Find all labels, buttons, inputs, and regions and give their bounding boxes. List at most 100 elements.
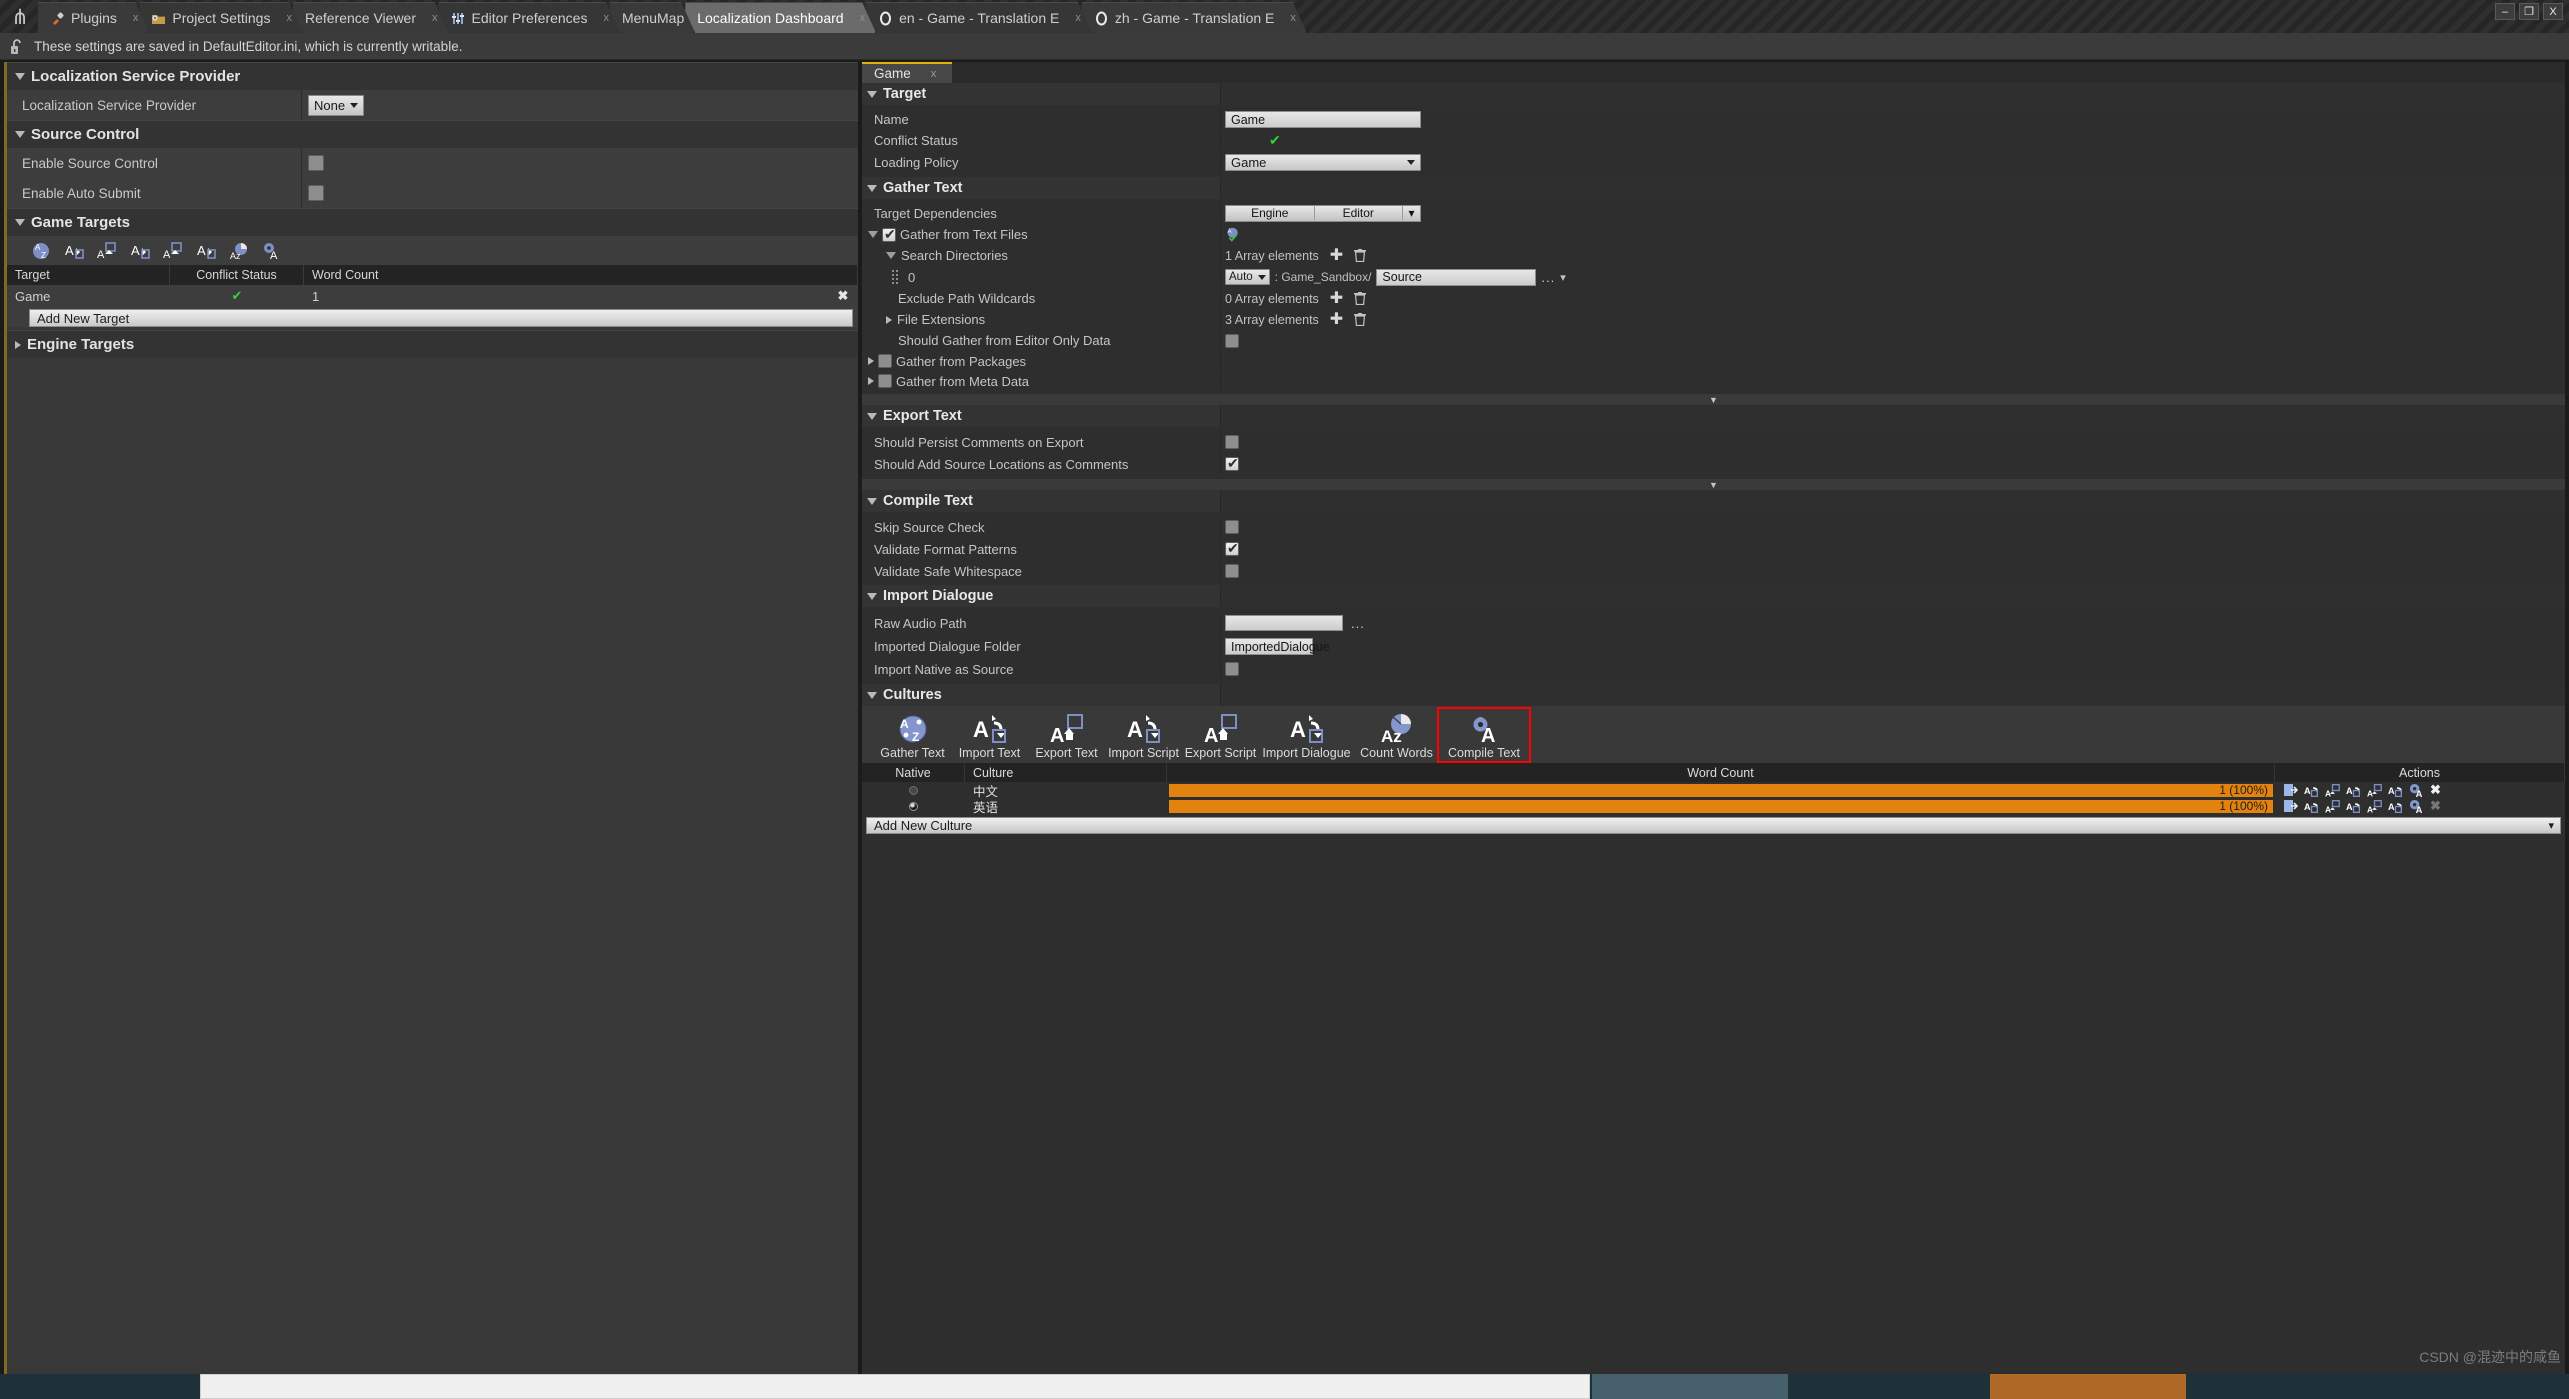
tab-close-icon[interactable]: x (1290, 12, 1296, 24)
export-script-icon[interactable]: A (163, 241, 183, 261)
import-script-icon[interactable]: A (2346, 783, 2361, 798)
delete-icon[interactable]: ✖ (2430, 782, 2441, 798)
section-gather-text[interactable]: Gather Text (862, 177, 2565, 199)
taskbar-window-c[interactable] (1990, 1374, 2186, 1399)
validate-format-patterns-checkbox[interactable] (1225, 542, 1239, 556)
import-script-icon[interactable]: A (2346, 799, 2361, 814)
cell-target[interactable]: Game (7, 289, 170, 304)
import-dialogue-icon[interactable]: A (2388, 783, 2403, 798)
element-menu-icon[interactable]: ▾ (1560, 271, 1566, 284)
native-radio[interactable] (909, 786, 918, 795)
tab-close-icon[interactable]: x (860, 12, 866, 24)
export-script-icon[interactable]: A (2367, 799, 2382, 814)
enable-source-control-checkbox[interactable] (308, 155, 324, 171)
add-new-culture-button[interactable]: Add New Culture ▾ (866, 817, 2561, 834)
collapse-triangle-icon[interactable] (886, 252, 896, 259)
lsp-dropdown[interactable]: None (308, 95, 364, 116)
target-name-input[interactable]: Game (1225, 111, 1421, 128)
expand-triangle-icon[interactable] (868, 357, 874, 365)
tab-close-icon[interactable]: x (603, 12, 609, 24)
add-element-icon[interactable]: ✚ (1330, 294, 1343, 304)
should-gather-editor-only-checkbox[interactable] (1225, 334, 1239, 348)
cultures-import-dialogue-button[interactable]: A Import Dialogue (1259, 709, 1354, 761)
add-element-icon[interactable]: ✚ (1330, 315, 1343, 325)
should-persist-comments-checkbox[interactable] (1225, 435, 1239, 449)
tab-plugins[interactable]: Plugins x (38, 2, 149, 33)
taskbar-window-b[interactable] (1592, 1374, 1788, 1399)
cultures-export-text-button[interactable]: A Export Text (1028, 709, 1105, 761)
validate-safe-whitespace-checkbox[interactable] (1225, 564, 1239, 578)
compile-text-icon[interactable]: A (2409, 799, 2424, 814)
native-radio[interactable] (909, 802, 918, 811)
chevron-down-icon[interactable]: ▾ (2548, 819, 2554, 832)
tab-close-icon[interactable]: x (133, 12, 139, 24)
add-element-icon[interactable]: ✚ (1330, 251, 1343, 261)
raw-audio-path-input[interactable] (1225, 615, 1343, 631)
delete-all-icon[interactable] (1354, 292, 1366, 305)
tab-close-icon[interactable]: x (1075, 12, 1081, 24)
cultures-import-text-button[interactable]: A Import Text (951, 709, 1028, 761)
export-text-icon[interactable]: A (2325, 783, 2340, 798)
should-add-source-locations-checkbox[interactable] (1225, 457, 1239, 471)
section-localization-service-provider[interactable]: Localization Service Provider (7, 62, 858, 90)
delete-all-icon[interactable] (1354, 249, 1366, 262)
close-button[interactable]: X (2543, 3, 2563, 20)
imported-dialogue-folder-input[interactable]: ImportedDialogue (1225, 638, 1313, 655)
gather-from-text-files-checkbox[interactable] (882, 228, 896, 242)
dependency-engine-button[interactable]: Engine (1226, 206, 1314, 220)
expand-triangle-icon[interactable] (886, 316, 892, 324)
dependency-editor-button[interactable]: Editor (1314, 206, 1403, 220)
tab-project-settings[interactable]: Project Settings x (139, 2, 303, 33)
add-new-target-button[interactable]: Add New Target (29, 309, 853, 327)
remove-target-button[interactable]: ✖ (828, 288, 858, 304)
export-script-icon[interactable]: A (2367, 783, 2382, 798)
chevron-down-icon[interactable]: ▾ (1402, 206, 1420, 220)
tab-reference-viewer[interactable]: Reference Viewer x (293, 2, 449, 33)
tab-zh-game-translation[interactable]: zh - Game - Translation E x (1082, 2, 1307, 33)
section-cultures[interactable]: Cultures (862, 684, 2565, 706)
export-text-icon[interactable]: A (97, 241, 117, 261)
taskbar-window-active[interactable] (200, 1374, 1590, 1399)
loading-policy-dropdown[interactable]: Game (1225, 154, 1421, 171)
import-script-icon[interactable]: A (130, 241, 150, 261)
tab-close-icon[interactable]: x (432, 12, 438, 24)
section-engine-targets[interactable]: Engine Targets (7, 330, 858, 358)
import-text-icon[interactable]: A (2304, 783, 2319, 798)
culture-row[interactable]: 英语 1 (100%) A A A A A A ✖ (862, 798, 2565, 814)
cultures-import-script-button[interactable]: A Import Script (1105, 709, 1182, 761)
drag-handle-icon[interactable] (892, 270, 898, 284)
gather-from-meta-data-checkbox[interactable] (878, 374, 892, 388)
count-words-icon[interactable]: Az (229, 241, 249, 261)
tab-menumap[interactable]: MenuMap (610, 2, 695, 33)
import-native-as-source-checkbox[interactable] (1225, 662, 1239, 676)
target-dependencies-buttons[interactable]: Engine Editor ▾ (1225, 205, 1421, 222)
tab-close-icon[interactable]: x (286, 12, 292, 24)
compile-text-icon[interactable]: A (262, 241, 282, 261)
expand-triangle-icon[interactable] (868, 377, 874, 385)
section-compile-text[interactable]: Compile Text (862, 490, 2565, 512)
open-editor-icon[interactable] (2283, 783, 2298, 798)
gather-text-collapse-bar[interactable]: ▼ (862, 394, 2565, 405)
search-directory-path-input[interactable]: Source (1376, 269, 1536, 286)
section-game-targets[interactable]: Game Targets (7, 208, 858, 236)
enable-auto-submit-checkbox[interactable] (308, 185, 324, 201)
tab-game-target[interactable]: Game x (862, 62, 952, 83)
gather-from-packages-checkbox[interactable] (878, 354, 892, 368)
table-row[interactable]: Game ✔ 1 ✖ (7, 285, 858, 307)
tab-close-icon[interactable]: x (931, 68, 937, 80)
path-root-dropdown[interactable]: Auto (1225, 269, 1270, 285)
section-source-control[interactable]: Source Control (7, 120, 858, 148)
collapse-triangle-icon[interactable] (868, 231, 878, 238)
gather-text-icon[interactable]: AZ (31, 241, 51, 261)
restore-button[interactable]: ❐ (2519, 3, 2539, 20)
tab-editor-preferences[interactable]: Editor Preferences x (439, 2, 620, 33)
export-text-collapse-bar[interactable]: ▼ (862, 479, 2565, 490)
compile-text-icon[interactable]: A (2409, 783, 2424, 798)
minimize-button[interactable]: – (2495, 3, 2515, 20)
import-text-icon[interactable]: A (64, 241, 84, 261)
open-editor-icon[interactable] (2283, 799, 2298, 814)
tab-en-game-translation[interactable]: en - Game - Translation E x (866, 2, 1092, 33)
import-text-icon[interactable]: A (2304, 799, 2319, 814)
tab-localization-dashboard[interactable]: Localization Dashboard x (685, 2, 876, 33)
section-export-text[interactable]: Export Text (862, 405, 2565, 427)
